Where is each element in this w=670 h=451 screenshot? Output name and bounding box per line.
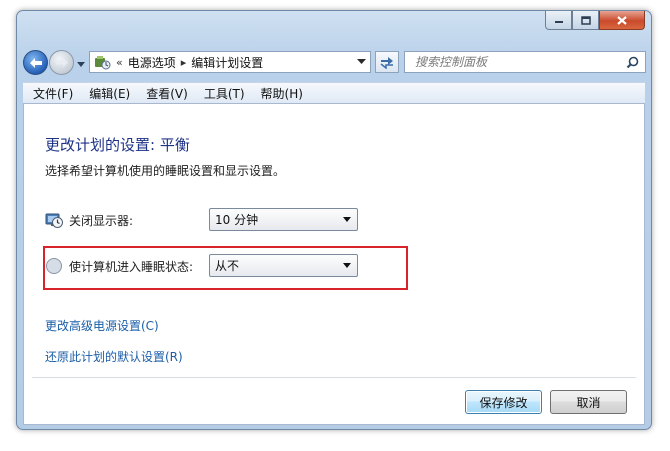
divider xyxy=(32,377,636,378)
chevron-down-icon[interactable] xyxy=(357,59,366,65)
display-off-label: 关闭显示器: xyxy=(69,213,134,228)
chevron-down-icon xyxy=(343,263,351,268)
forward-button[interactable] xyxy=(49,50,74,75)
power-options-icon xyxy=(95,56,111,70)
maximize-button[interactable] xyxy=(572,11,599,30)
breadcrumb-power-options[interactable]: 电源选项 xyxy=(128,54,176,71)
advanced-power-settings-link[interactable]: 更改高级电源设置(C) xyxy=(45,317,159,334)
search-icon[interactable] xyxy=(626,56,639,69)
refresh-button[interactable] xyxy=(375,51,399,73)
restore-defaults-link[interactable]: 还原此计划的默认设置(R) xyxy=(45,348,183,365)
menu-help[interactable]: 帮助(H) xyxy=(255,85,309,102)
navigation-bar: « 电源选项 ▸ 编辑计划设置 xyxy=(23,49,646,77)
sleep-select[interactable]: 从不 xyxy=(209,254,358,277)
control-panel-window: « 电源选项 ▸ 编辑计划设置 文件(F) 编辑(E) 查看(V) 工具(T) … xyxy=(16,10,652,430)
cancel-button[interactable]: 取消 xyxy=(550,390,627,414)
address-bar[interactable]: « 电源选项 ▸ 编辑计划设置 xyxy=(89,51,371,73)
sleep-value: 从不 xyxy=(215,259,240,273)
page-subtitle: 选择希望计算机使用的睡眠设置和显示设置。 xyxy=(45,164,286,178)
minimize-button[interactable] xyxy=(545,11,572,30)
setting-sleep: 使计算机进入睡眠状态: xyxy=(45,254,193,278)
recent-pages-button[interactable] xyxy=(76,58,86,68)
display-off-value: 10 分钟 xyxy=(215,213,259,227)
chevron-down-icon xyxy=(77,62,85,67)
save-button[interactable]: 保存修改 xyxy=(465,390,542,414)
refresh-icon xyxy=(380,57,393,69)
search-input[interactable] xyxy=(413,54,622,70)
back-button[interactable] xyxy=(23,50,48,75)
menu-tools[interactable]: 工具(T) xyxy=(198,85,251,102)
setting-display-off: 关闭显示器: xyxy=(45,208,133,232)
menu-bar: 文件(F) 编辑(E) 查看(V) 工具(T) 帮助(H) xyxy=(23,82,645,104)
arrow-left-icon xyxy=(29,57,42,68)
menu-edit[interactable]: 编辑(E) xyxy=(83,85,136,102)
moon-sleep-icon xyxy=(46,258,62,274)
breadcrumb-separator[interactable]: ▸ xyxy=(181,56,187,69)
menu-view[interactable]: 查看(V) xyxy=(140,85,194,102)
menu-file[interactable]: 文件(F) xyxy=(27,85,79,102)
sleep-label: 使计算机进入睡眠状态: xyxy=(69,259,194,274)
caption-buttons xyxy=(545,11,645,31)
arrow-right-icon xyxy=(56,57,68,68)
display-off-select[interactable]: 10 分钟 xyxy=(209,208,358,231)
close-icon xyxy=(617,15,627,25)
minimize-icon xyxy=(554,21,563,23)
content-panel: 更改计划的设置: 平衡 选择希望计算机使用的睡眠设置和显示设置。 关闭显示器: … xyxy=(23,104,645,425)
display-clock-icon xyxy=(45,213,63,228)
chevron-down-icon xyxy=(343,217,351,222)
close-button[interactable] xyxy=(599,11,645,30)
page-title: 更改计划的设置: 平衡 xyxy=(45,136,190,154)
breadcrumb-edit-plan[interactable]: 编辑计划设置 xyxy=(191,54,263,71)
search-box[interactable] xyxy=(404,51,646,73)
address-overflow[interactable]: « xyxy=(116,56,123,69)
maximize-icon xyxy=(580,15,591,25)
